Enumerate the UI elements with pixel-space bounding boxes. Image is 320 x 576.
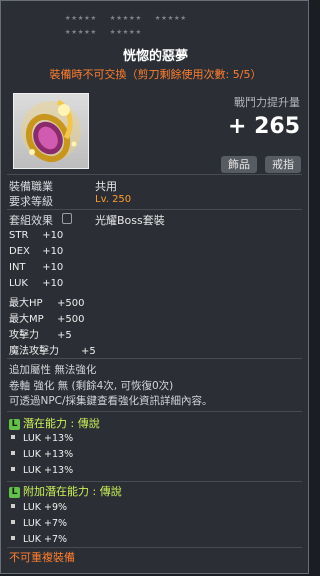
set-effect-label: 套組效果 <box>9 214 53 227</box>
combat-power-value: + 265 <box>227 114 300 139</box>
stat-magic-attack: 魔法攻擊力 +5 <box>9 346 96 357</box>
bonus-potential-line-2: LUK +7% <box>11 518 67 529</box>
divider <box>7 481 302 482</box>
star-force-row-1: ★★★★★ ★★★★★ ★★★★★ <box>65 13 187 23</box>
bonus-potential-line-3: LUK +7% <box>11 534 67 545</box>
stat-attack: 攻擊力 +5 <box>9 330 72 341</box>
enhance-info-note: 可透過NPC/採集鍵查看強化資訊詳細內容。 <box>9 395 213 407</box>
stat-max-mp: 最大MP +500 <box>9 314 85 325</box>
item-tooltip: ★★★★★ ★★★★★ ★★★★★ ★★★★★ ★★★★★ 恍惚的惡夢 裝備時不… <box>0 0 309 574</box>
divider <box>7 358 302 359</box>
stat-dex: DEX +10 <box>9 246 64 257</box>
enhance-status: 追加屬性 無法強化 <box>9 364 97 376</box>
stat-str: STR +10 <box>9 230 64 241</box>
scroll-status: 卷軸 強化 無 (剩餘4次, 可恢復0次) <box>9 380 174 392</box>
job-label: 裝備職業 <box>9 180 53 193</box>
bonus-potential-line-1: LUK +9% <box>11 502 67 513</box>
potential-line-2: LUK +13% <box>11 449 73 460</box>
legendary-badge: L <box>9 419 20 430</box>
stat-max-hp: 最大HP +500 <box>9 298 85 309</box>
potential-header: L 潛在能力 : 傳說 <box>9 415 100 431</box>
bonus-potential-header: L 附加潛在能力 : 傳說 <box>9 483 122 499</box>
divider <box>7 209 302 210</box>
divider <box>7 174 302 175</box>
legendary-badge: L <box>9 487 20 498</box>
potential-line-3: LUK +13% <box>11 465 73 476</box>
tag-accessory: 飾品 <box>221 156 257 173</box>
item-name: 恍惚的惡夢 <box>122 49 188 64</box>
level-label: 要求等級 <box>9 195 53 208</box>
job-value: 共用 <box>95 180 117 193</box>
tag-ring: 戒指 <box>265 156 301 173</box>
star-force-row-2: ★★★★★ ★★★★★ <box>65 27 143 37</box>
level-value: Lv. 250 <box>95 194 132 205</box>
stat-luk: LUK +10 <box>9 278 64 289</box>
divider <box>7 411 302 412</box>
combat-power-label: 戰鬥力提升量 <box>234 96 300 109</box>
potential-line-1: LUK +13% <box>11 433 73 444</box>
lock-icon <box>62 213 72 224</box>
stat-int: INT +10 <box>9 262 64 273</box>
divider <box>7 547 302 548</box>
trade-note: 裝備時不可交換（剪刀剩餘使用次數: 5/5） <box>49 68 262 81</box>
set-name: 光耀Boss套裝 <box>95 214 165 227</box>
unique-equip-warning: 不可重複裝備 <box>9 551 75 564</box>
ring-icon <box>13 93 89 169</box>
ring-image <box>21 99 81 163</box>
